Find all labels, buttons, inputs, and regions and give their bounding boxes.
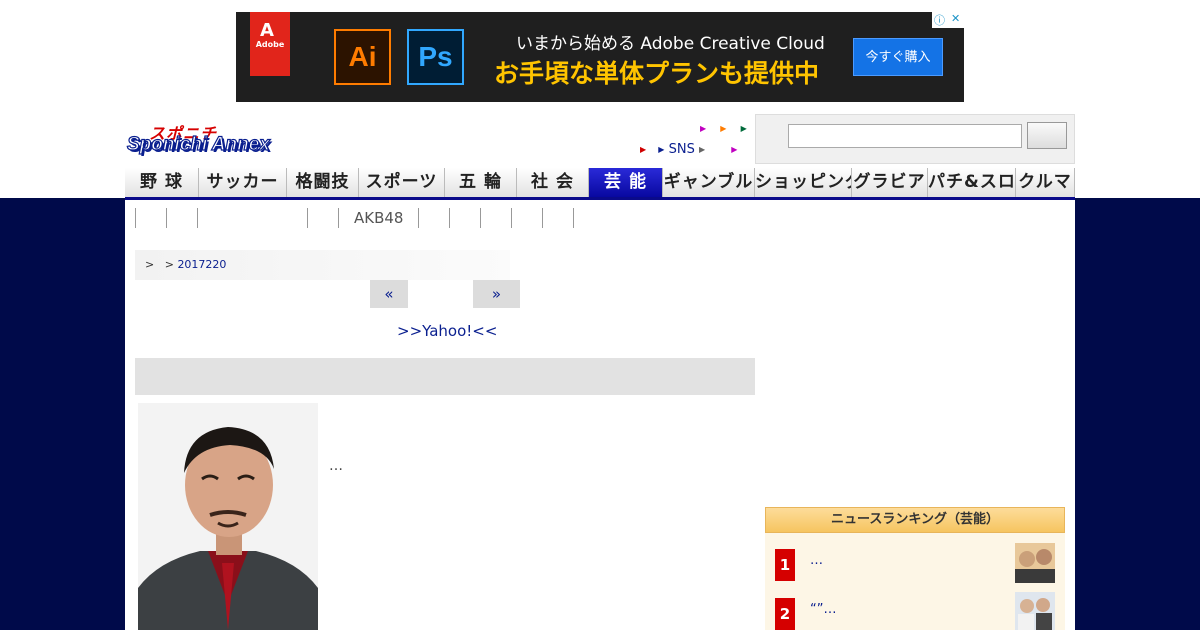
rank-thumbnail[interactable]	[1015, 592, 1055, 630]
yahoo-link[interactable]: >>Yahoo!<<	[397, 322, 497, 340]
nav-item-3[interactable]: 格闘技	[287, 168, 359, 197]
rank-headline[interactable]: “”…	[810, 602, 836, 617]
illustrator-icon: Ai	[334, 29, 391, 85]
subnav-item-6[interactable]	[418, 208, 449, 228]
link-arrow-icon[interactable]: ▶	[699, 145, 705, 154]
nav-item-12[interactable]: クルマ	[1016, 168, 1075, 197]
nav-item-10[interactable]: グラビア	[852, 168, 928, 197]
site-logo[interactable]: スポニチ Sponichi Annex	[126, 120, 317, 158]
sns-link[interactable]: SNS	[669, 142, 695, 157]
subnav-item-10[interactable]	[542, 208, 575, 228]
logo-wordmark: Sponichi Annex	[126, 133, 270, 155]
nav-item-9[interactable]: ショッピング	[755, 168, 852, 197]
ranking-item[interactable]: 1 …	[775, 543, 1055, 585]
subnav-item-2[interactable]	[166, 208, 197, 228]
ad-buy-button[interactable]: 今すぐ購入	[853, 38, 943, 76]
link-arrow-icon[interactable]: ▶	[741, 124, 747, 133]
link-arrow-icon: ▶	[658, 145, 665, 154]
header-links: ▶ ▶ ▶ ▶ ▶ SNS ▶ ▶	[640, 120, 750, 160]
info-icon[interactable]: ⓘ	[934, 12, 945, 28]
adobe-a-icon: A	[260, 20, 274, 41]
prev-article-button[interactable]: «	[370, 280, 408, 308]
rank-thumbnail-image	[1015, 592, 1055, 630]
rank-headline[interactable]: …	[810, 553, 823, 568]
breadcrumb-date-link[interactable]: 2017220	[177, 258, 226, 271]
close-icon[interactable]: ✕	[951, 12, 960, 25]
sub-nav: AKB48	[135, 208, 575, 230]
article-photo[interactable]	[138, 403, 318, 630]
adobe-logo: A Adobe	[250, 12, 290, 76]
link-arrow-icon[interactable]: ▶	[731, 145, 737, 154]
ad-headline: いまから始める Adobe Creative Cloud	[516, 34, 825, 54]
search-box	[755, 114, 1075, 164]
breadcrumb: > > 2017220	[135, 250, 510, 280]
nav-item-2[interactable]: サッカー	[199, 168, 287, 197]
rank-thumbnail[interactable]	[1015, 543, 1055, 583]
nav-item-4[interactable]: スポーツ	[359, 168, 445, 197]
content-area: AKB48 > > 2017220 « » >>Yahoo!<< … ニュースラ…	[125, 200, 1075, 630]
main-nav: 野 球サッカー格闘技スポーツ五 輪社 会芸 能ギャンブルショッピンググラビアパチ…	[125, 168, 1075, 200]
nav-item-5[interactable]: 五 輪	[445, 168, 517, 197]
nav-item-7[interactable]: 芸 能	[589, 168, 663, 197]
breadcrumb-sep: >	[164, 258, 174, 271]
link-arrow-icon[interactable]: ▶	[720, 124, 726, 133]
photoshop-icon: Ps	[407, 29, 464, 85]
nav-item-11[interactable]: パチ&スロ	[928, 168, 1016, 197]
subnav-item-7[interactable]	[449, 208, 480, 228]
ad-choices[interactable]: ⓘ ✕	[932, 12, 964, 28]
article-lead: …	[329, 458, 343, 474]
header-links-row2: ▶ ▶ SNS ▶ ▶	[640, 142, 737, 157]
man-portrait-image	[138, 403, 318, 630]
rank-number: 2	[775, 598, 795, 630]
subnav-item-5[interactable]: AKB48	[338, 208, 418, 228]
rank-thumbnail-image	[1015, 543, 1055, 583]
subnav-item-1[interactable]	[135, 208, 166, 228]
ranking-item[interactable]: 2 “”…	[775, 592, 1055, 630]
nav-item-6[interactable]: 社 会	[517, 168, 589, 197]
ad-subline: お手頃な単体プランも提供中	[494, 59, 820, 88]
article-title-bar	[135, 358, 755, 395]
rank-number: 1	[775, 549, 795, 581]
search-button[interactable]	[1027, 122, 1067, 149]
subnav-item-3[interactable]	[197, 208, 307, 228]
header-links-row1: ▶ ▶ ▶	[700, 121, 747, 136]
nav-item-1[interactable]: 野 球	[125, 168, 199, 197]
ranking-title: ニュースランキング（芸能）	[765, 507, 1065, 533]
search-input[interactable]	[788, 124, 1022, 148]
subnav-item-8[interactable]	[480, 208, 511, 228]
adobe-logo-text: Adobe	[255, 40, 285, 49]
breadcrumb-sep: >	[145, 258, 155, 271]
nav-item-8[interactable]: ギャンブル	[663, 168, 755, 197]
subnav-item-4[interactable]	[307, 208, 338, 228]
ad-banner[interactable]: A Adobe Ai Ps いまから始める Adobe Creative Clo…	[236, 12, 964, 102]
link-arrow-icon[interactable]: ▶	[700, 124, 706, 133]
subnav-item-9[interactable]	[511, 208, 542, 228]
link-arrow-icon[interactable]: ▶	[640, 145, 646, 154]
next-article-button[interactable]: »	[473, 280, 520, 308]
ranking-list: 1 … 2 “”…	[765, 533, 1065, 630]
